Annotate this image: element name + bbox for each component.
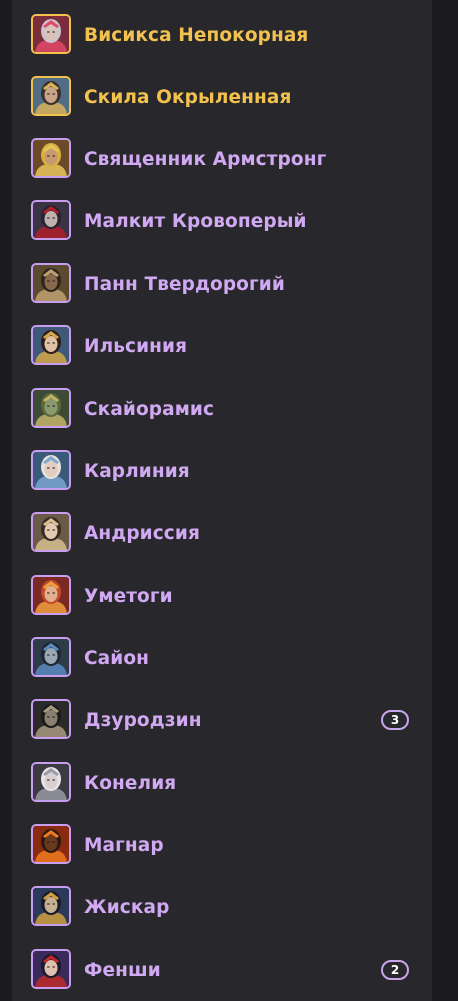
champion-list: Висикса Непокорная Скила Окрыленная Священ… xyxy=(12,0,432,1001)
champion-portrait xyxy=(31,575,71,615)
champion-portrait xyxy=(31,949,71,989)
champion-portrait xyxy=(31,14,71,54)
champion-name: Ильсиния xyxy=(84,335,188,357)
champion-name: Сайон xyxy=(84,647,150,669)
champion-row[interactable]: Андриссия xyxy=(12,508,432,558)
champion-portrait xyxy=(31,450,71,490)
champion-row[interactable]: Конелия xyxy=(12,758,432,808)
champion-portrait xyxy=(31,388,71,428)
champion-row[interactable]: Дзуродзин 3 xyxy=(12,695,432,745)
champion-name: Жискар xyxy=(84,896,170,918)
champion-portrait xyxy=(31,76,71,116)
champion-portrait xyxy=(31,138,71,178)
champion-portrait xyxy=(31,200,71,240)
champion-portrait xyxy=(31,886,71,926)
champion-portrait xyxy=(31,512,71,552)
champion-name: Дзуродзин xyxy=(84,709,202,731)
champion-portrait xyxy=(31,263,71,303)
champion-row[interactable]: Священник Армстронг xyxy=(12,134,432,184)
champion-row[interactable]: Жискар xyxy=(12,882,432,932)
champion-name: Священник Армстронг xyxy=(84,148,327,170)
champion-portrait xyxy=(31,762,71,802)
champion-name: Фенши xyxy=(84,959,161,981)
champion-name: Карлиния xyxy=(84,460,190,482)
champion-name: Уметоги xyxy=(84,585,173,607)
champion-name: Андриссия xyxy=(84,522,200,544)
count-badge: 3 xyxy=(381,710,409,730)
champion-row[interactable]: Ильсиния xyxy=(12,321,432,371)
champion-portrait xyxy=(31,325,71,365)
champion-row[interactable]: Висикса Непокорная xyxy=(12,10,432,60)
champion-name: Магнар xyxy=(84,834,164,856)
count-badge: 2 xyxy=(381,960,409,980)
champion-row[interactable]: Уметоги xyxy=(12,571,432,621)
champion-name: Скила Окрыленная xyxy=(84,86,292,108)
champion-name: Малкит Кровоперый xyxy=(84,210,307,232)
champion-row[interactable]: Скила Окрыленная xyxy=(12,72,432,122)
champion-name: Панн Твердорогий xyxy=(84,273,285,295)
champion-name: Скайорамис xyxy=(84,398,215,420)
champion-row[interactable]: Малкит Кровоперый xyxy=(12,196,432,246)
champion-portrait xyxy=(31,824,71,864)
champion-row[interactable]: Сайон xyxy=(12,633,432,683)
champion-name: Конелия xyxy=(84,772,177,794)
champion-row[interactable]: Панн Твердорогий xyxy=(12,259,432,309)
champion-row[interactable]: Скайорамис xyxy=(12,384,432,434)
champion-row[interactable]: Магнар xyxy=(12,820,432,870)
champion-portrait xyxy=(31,637,71,677)
champion-row[interactable]: Фенши 2 xyxy=(12,945,432,995)
champion-row[interactable]: Карлиния xyxy=(12,446,432,496)
champion-portrait xyxy=(31,699,71,739)
champion-name: Висикса Непокорная xyxy=(84,24,309,46)
